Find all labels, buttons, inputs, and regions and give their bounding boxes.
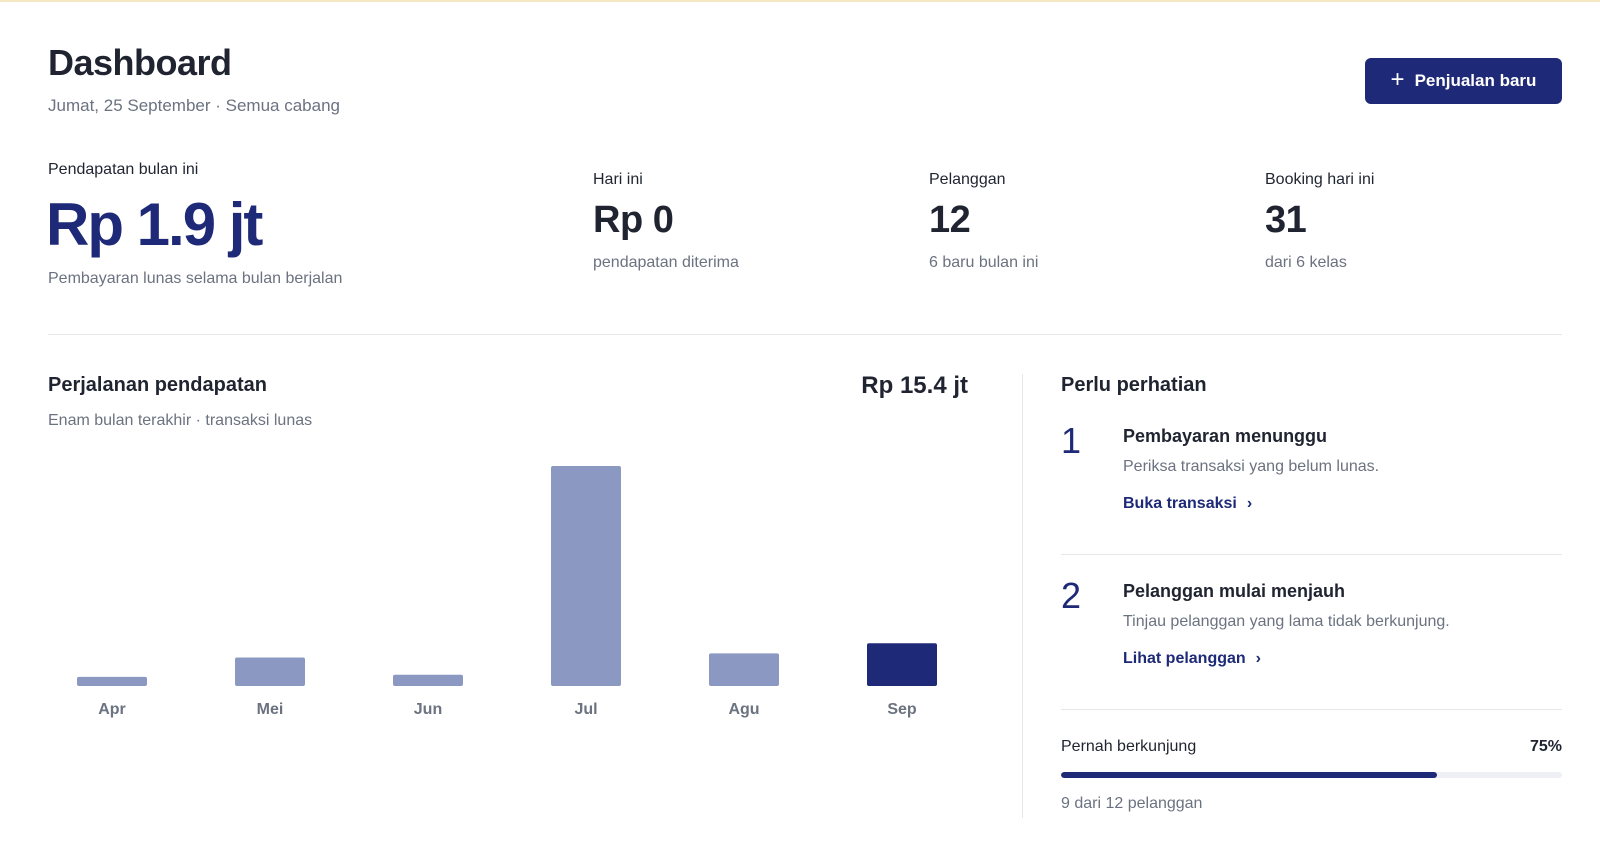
bar-mei — [235, 657, 305, 686]
view-customers-link[interactable]: Lihat pelanggan › — [1123, 650, 1261, 668]
bar-jul — [551, 466, 621, 686]
kpi-month-revenue-value: Rp 1.9 jt — [46, 191, 263, 258]
visited-progress-fill — [1061, 772, 1437, 778]
kpi-today-label: Hari ini — [593, 171, 643, 188]
open-transactions-label: Buka transaksi — [1123, 495, 1237, 512]
plus-icon: + — [1390, 66, 1405, 93]
kpi-today-sub: pendapatan diterima — [593, 254, 739, 271]
bar-sep — [867, 643, 937, 686]
attention-title: Perlu perhatian — [1061, 374, 1207, 396]
page-subtitle: Jumat, 25 September · Semua cabang — [48, 96, 340, 115]
kpi-customers-label: Pelanggan — [929, 171, 1006, 188]
revenue-total: Rp 15.4 jt — [861, 372, 968, 399]
kpi-customers-value: 12 — [929, 199, 971, 241]
x-tick-label: Jul — [574, 701, 597, 718]
view-customers-label: Lihat pelanggan — [1123, 650, 1246, 667]
visited-percent: 75% — [1529, 738, 1562, 755]
kpi-today: Hari ini Rp 0 pendapatan diterima — [593, 171, 739, 272]
x-tick-label: Apr — [98, 701, 126, 718]
x-tick-label: Sep — [887, 701, 917, 718]
x-tick-label: Jun — [414, 701, 442, 718]
attention-item-number: 1 — [1061, 420, 1082, 461]
page-title: Dashboard — [48, 42, 232, 83]
revenue-subtitle: Enam bulan terakhir · transaksi lunas — [48, 412, 313, 429]
new-sale-button[interactable]: + Penjualan baru — [1365, 58, 1562, 104]
new-sale-label: Penjualan baru — [1414, 71, 1537, 90]
kpi-bookings-value: 31 — [1265, 199, 1307, 241]
attention-item-desc: Periksa transaksi yang belum lunas. — [1123, 458, 1380, 475]
kpi-customers-sub: 6 baru bulan ini — [929, 254, 1039, 271]
bar-apr — [77, 676, 147, 686]
x-tick-label: Mei — [257, 701, 284, 718]
attention-item-desc: Tinjau pelanggan yang lama tidak berkunj… — [1123, 613, 1450, 630]
attention-item-title: Pelanggan mulai menjauh — [1123, 581, 1346, 601]
revenue-bar-chart: Apr Mei Jun Jul Agu Sep — [77, 466, 937, 718]
attention-divider — [1061, 709, 1562, 710]
kpi-today-value: Rp 0 — [593, 199, 674, 241]
attention-item-number: 2 — [1061, 575, 1082, 616]
bar-jun — [393, 674, 463, 686]
chevron-right-icon: › — [1246, 495, 1253, 512]
kpi-month-revenue-sub: Pembayaran lunas selama bulan berjalan — [48, 270, 343, 287]
x-tick-label: Agu — [728, 701, 759, 718]
kpi-bookings-sub: dari 6 kelas — [1265, 254, 1347, 271]
visited-label: Pernah berkunjung — [1061, 738, 1197, 755]
top-accent-line — [0, 0, 1600, 2]
open-transactions-link[interactable]: Buka transaksi › — [1123, 495, 1252, 513]
visited-progress-bar — [1061, 772, 1562, 778]
kpi-bookings-label: Booking hari ini — [1265, 171, 1375, 188]
attention-divider — [1061, 554, 1562, 555]
revenue-title: Perjalanan pendapatan — [48, 374, 267, 396]
kpi-bookings: Booking hari ini 31 dari 6 kelas — [1265, 171, 1374, 272]
attention-item-title: Pembayaran menunggu — [1123, 426, 1328, 446]
kpi-month-revenue-label: Pendapatan bulan ini — [48, 161, 199, 178]
section-divider — [48, 334, 1562, 335]
column-separator — [1022, 374, 1023, 818]
kpi-customers: Pelanggan 12 6 baru bulan ini — [929, 171, 1038, 272]
visited-sub: 9 dari 12 pelanggan — [1061, 795, 1203, 812]
bar-agu — [709, 653, 779, 686]
chevron-right-icon: › — [1255, 650, 1261, 667]
